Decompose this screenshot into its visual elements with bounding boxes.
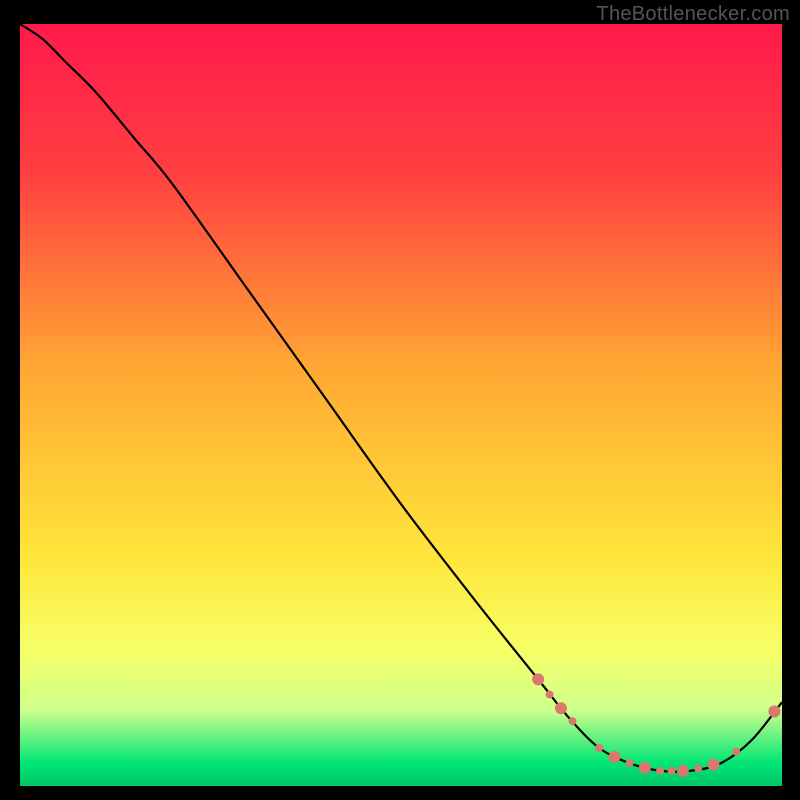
marker-point: [707, 759, 719, 771]
marker-point: [546, 691, 554, 699]
watermark-text: TheBottlenecker.com: [596, 3, 790, 26]
chart-frame: TheBottlenecker.com: [0, 0, 800, 800]
marker-point: [532, 673, 544, 685]
marker-point: [694, 764, 702, 772]
marker-point: [639, 762, 651, 774]
marker-point: [626, 759, 634, 767]
marker-point: [555, 702, 567, 714]
marker-point: [608, 751, 620, 763]
bottleneck-chart: [20, 24, 782, 786]
marker-point: [768, 705, 780, 717]
marker-point: [595, 744, 603, 752]
marker-point: [677, 765, 689, 777]
marker-point: [732, 748, 740, 756]
marker-point: [656, 767, 664, 775]
marker-point: [568, 717, 576, 725]
marker-point: [668, 767, 676, 775]
plot-area: [20, 24, 782, 786]
